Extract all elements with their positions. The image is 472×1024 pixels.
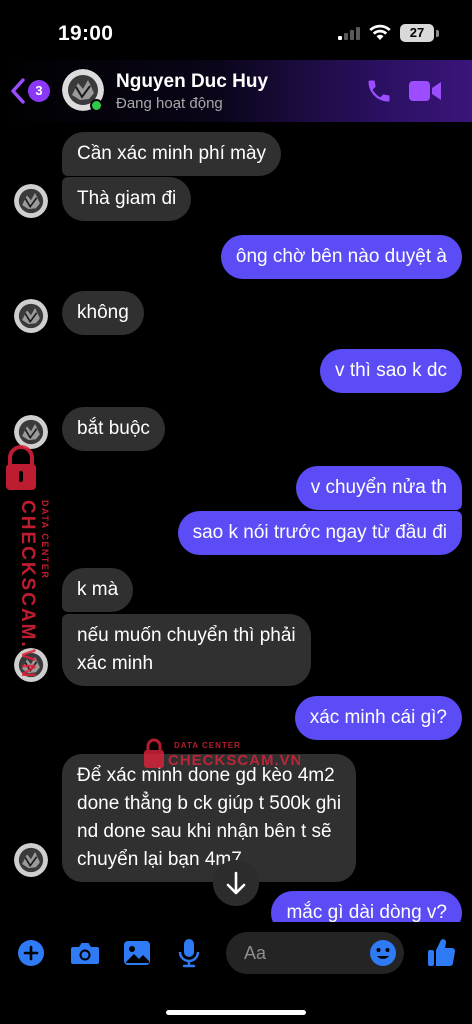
contact-status: Đang hoạt động bbox=[116, 95, 223, 112]
sender-avatar[interactable] bbox=[14, 299, 48, 333]
sender-avatar[interactable] bbox=[14, 184, 48, 218]
battery-icon: 27 bbox=[400, 24, 434, 42]
back-button[interactable]: 3 bbox=[8, 76, 52, 106]
message-bubble-outgoing[interactable]: xác minh cái gì? bbox=[294, 696, 462, 740]
message-bubble-incoming[interactable]: Thà giam đi bbox=[62, 177, 192, 221]
message-bubble-outgoing[interactable]: ông chờ bên nào duyệt à bbox=[220, 235, 462, 279]
camera-icon[interactable] bbox=[70, 940, 100, 966]
thumbs-up-icon[interactable] bbox=[426, 936, 456, 968]
arrow-down-icon bbox=[226, 871, 246, 895]
contact-name[interactable]: Nguyen Duc Huy bbox=[116, 71, 268, 93]
message-line: nếu muốn chuyển thì phải bbox=[77, 625, 296, 646]
cellular-signal-icon bbox=[338, 27, 360, 40]
message-bubble-incoming[interactable]: không bbox=[62, 291, 144, 335]
message-bubble-incoming[interactable]: Cần xác minh phí mày bbox=[62, 132, 282, 176]
message-line: nd done sau khi nhận bên t sẽ bbox=[77, 821, 332, 842]
status-time: 19:00 bbox=[58, 22, 114, 45]
online-status-dot bbox=[90, 99, 103, 112]
battery-tip bbox=[436, 30, 439, 37]
svg-text:CHECKSCAM.VN: CHECKSCAM.VN bbox=[168, 752, 300, 769]
message-bubble-incoming[interactable]: k mà bbox=[62, 568, 134, 612]
message-composer bbox=[0, 922, 472, 1024]
svg-text:CHECKSCAM.VN: CHECKSCAM.VN bbox=[17, 500, 38, 679]
message-bubble-outgoing[interactable]: sao k nói trước ngay từ đầu đi bbox=[177, 511, 462, 555]
status-bar: 19:00 27 bbox=[0, 0, 472, 60]
wifi-icon bbox=[369, 24, 391, 40]
message-line: chuyển lại bạn 4m7 bbox=[77, 849, 242, 870]
unread-count-badge: 3 bbox=[28, 80, 50, 102]
home-indicator bbox=[166, 1010, 306, 1015]
message-line: done thẳng b ck giúp t 500k ghi bbox=[77, 793, 342, 814]
scroll-to-bottom-button[interactable] bbox=[213, 860, 259, 906]
message-bubble-incoming[interactable]: bắt buộc bbox=[62, 407, 165, 451]
watermark-center: DATA CENTER CHECKSCAM.VN bbox=[140, 737, 302, 777]
svg-text:DATA CENTER: DATA CENTER bbox=[174, 741, 241, 750]
chat-header: 3 Nguyen Duc Huy Đang hoạt động bbox=[0, 60, 472, 122]
message-bubble-outgoing[interactable]: v thì sao k dc bbox=[320, 349, 462, 393]
message-bubble-outgoing[interactable]: v chuyển nửa th bbox=[295, 466, 462, 510]
image-icon[interactable] bbox=[123, 939, 151, 967]
svg-text:DATA CENTER: DATA CENTER bbox=[40, 500, 50, 579]
emoji-icon[interactable] bbox=[369, 939, 397, 967]
plus-icon[interactable] bbox=[17, 939, 45, 967]
message-line: xác minh bbox=[77, 653, 154, 674]
video-camera-icon[interactable] bbox=[408, 79, 442, 103]
watermark-logo: CHECKSCAM.VN DATA CENTER bbox=[2, 442, 60, 692]
back-chevron-icon bbox=[11, 78, 25, 104]
microphone-icon[interactable] bbox=[177, 937, 201, 969]
message-bubble-incoming[interactable]: nếu muốn chuyển thì phải xác minh bbox=[62, 614, 311, 686]
sender-avatar[interactable] bbox=[14, 843, 48, 877]
phone-icon[interactable] bbox=[365, 77, 393, 105]
